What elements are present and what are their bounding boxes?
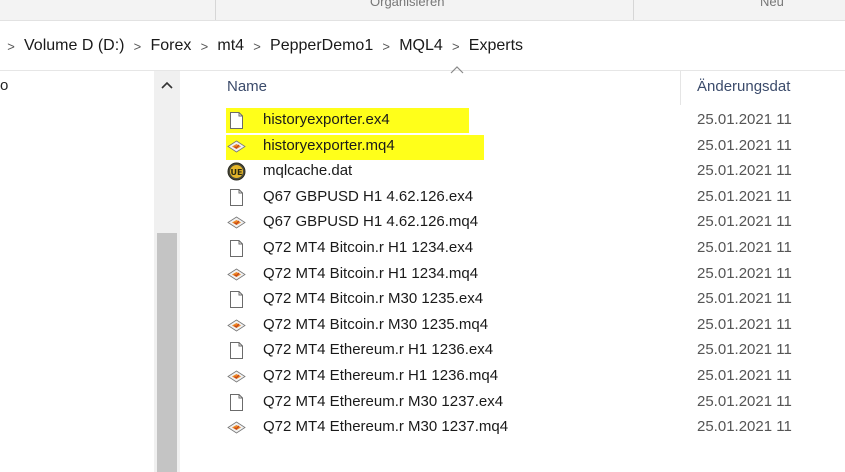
column-header-modified-date[interactable]: Änderungsdat — [697, 78, 790, 95]
blank-file-icon — [227, 393, 246, 412]
file-name[interactable]: Q67 GBPUSD H1 4.62.126.mq4 — [263, 213, 478, 230]
scrollbar-thumb[interactable] — [157, 233, 177, 472]
chevron-up-icon — [161, 81, 173, 89]
breadcrumb-mql4[interactable]: MQL4 — [397, 37, 445, 55]
navigation-pane[interactable]: o — [0, 71, 154, 472]
file-row[interactable]: Q72 MT4 Ethereum.r M30 1237.ex4 25.01.202… — [180, 390, 845, 416]
column-header-name[interactable]: Name — [227, 78, 267, 95]
file-modified-date: 25.01.2021 11 — [697, 162, 792, 180]
file-name[interactable]: Q72 MT4 Ethereum.r H1 1236.ex4 — [263, 341, 493, 358]
chevron-right-icon[interactable]: > — [0, 39, 22, 54]
mq4-file-icon — [227, 367, 246, 386]
file-modified-date: 25.01.2021 11 — [697, 418, 792, 436]
breadcrumb-mt4[interactable]: mt4 — [215, 37, 246, 55]
navigation-scrollbar[interactable] — [154, 71, 180, 472]
file-name[interactable]: Q72 MT4 Bitcoin.r M30 1235.mq4 — [263, 316, 488, 333]
mq4-file-icon — [227, 418, 246, 437]
file-row[interactable]: mqlcache.dat 25.01.2021 11 — [180, 159, 845, 185]
chevron-right-icon[interactable]: > — [375, 39, 397, 54]
file-row[interactable]: historyexporter.ex4 25.01.2021 11 — [180, 108, 845, 134]
mq4-file-icon — [227, 137, 246, 156]
file-modified-date: 25.01.2021 11 — [697, 264, 792, 282]
file-name[interactable]: historyexporter.mq4 — [263, 137, 395, 154]
file-name[interactable]: Q72 MT4 Ethereum.r H1 1236.mq4 — [263, 367, 498, 384]
file-modified-date: 25.01.2021 11 — [697, 315, 792, 333]
breadcrumb: > Volume D (D:) > Forex > mt4 > PepperDe… — [0, 35, 525, 57]
file-row[interactable]: Q72 MT4 Bitcoin.r M30 1235.mq4 25.01.2021… — [180, 313, 845, 339]
mq4-file-icon — [227, 213, 246, 232]
chevron-right-icon[interactable]: > — [126, 39, 148, 54]
breadcrumb-pepperdemo1[interactable]: PepperDemo1 — [268, 37, 375, 55]
file-name[interactable]: Q72 MT4 Ethereum.r M30 1237.mq4 — [263, 418, 508, 435]
ribbon-separator — [633, 0, 634, 20]
file-modified-date: 25.01.2021 11 — [697, 187, 792, 205]
blank-file-icon — [227, 290, 246, 309]
blank-file-icon — [227, 239, 246, 258]
file-name[interactable]: Q67 GBPUSD H1 4.62.126.ex4 — [263, 188, 473, 205]
column-header-row: Name Änderungsdat — [180, 66, 845, 105]
file-row[interactable]: historyexporter.mq4 25.01.2021 11 — [180, 134, 845, 160]
file-name[interactable]: Q72 MT4 Bitcoin.r H1 1234.ex4 — [263, 239, 473, 256]
scroll-up-arrow-icon[interactable] — [154, 71, 180, 97]
file-modified-date: 25.01.2021 11 — [697, 341, 792, 359]
file-row[interactable]: Q72 MT4 Bitcoin.r H1 1234.ex4 25.01.2021 … — [180, 236, 845, 262]
file-modified-date: 25.01.2021 11 — [697, 111, 792, 128]
blank-file-icon — [227, 188, 246, 207]
chevron-right-icon[interactable]: > — [246, 39, 268, 54]
file-row[interactable]: Q72 MT4 Bitcoin.r H1 1234.mq4 25.01.2021 … — [180, 262, 845, 288]
nav-pane-partial-label: o — [0, 77, 9, 94]
file-modified-date: 25.01.2021 11 — [697, 238, 792, 256]
ultraedit-icon — [227, 162, 246, 181]
breadcrumb-forex[interactable]: Forex — [148, 37, 193, 55]
address-bar[interactable]: > Volume D (D:) > Forex > mt4 > PepperDe… — [0, 21, 845, 71]
sort-ascending-icon — [450, 65, 464, 77]
breadcrumb-experts[interactable]: Experts — [467, 37, 525, 55]
file-name[interactable]: Q72 MT4 Ethereum.r M30 1237.ex4 — [263, 393, 503, 410]
file-row[interactable]: Q72 MT4 Bitcoin.r M30 1235.ex4 25.01.2021… — [180, 287, 845, 313]
file-modified-date: 25.01.2021 11 — [697, 366, 792, 384]
mq4-file-icon — [227, 316, 246, 335]
file-modified-date: 25.01.2021 11 — [697, 213, 792, 231]
file-row[interactable]: Q67 GBPUSD H1 4.62.126.mq4 25.01.2021 11 — [180, 210, 845, 236]
ribbon-group-labels: Organisieren Neu — [0, 0, 845, 21]
file-row[interactable]: Q72 MT4 Ethereum.r H1 1236.mq4 25.01.2021… — [180, 364, 845, 390]
file-name[interactable]: Q72 MT4 Bitcoin.r H1 1234.mq4 — [263, 265, 478, 282]
blank-file-icon — [227, 111, 246, 130]
file-row[interactable]: Q67 GBPUSD H1 4.62.126.ex4 25.01.2021 11 — [180, 185, 845, 211]
file-list: historyexporter.ex4 25.01.2021 11 historye… — [180, 108, 845, 441]
breadcrumb-volume-d[interactable]: Volume D (D:) — [22, 37, 126, 55]
blank-file-icon — [227, 341, 246, 360]
file-name[interactable]: Q72 MT4 Bitcoin.r M30 1235.ex4 — [263, 290, 483, 307]
ribbon-separator — [215, 0, 216, 20]
file-name[interactable]: mqlcache.dat — [263, 162, 352, 179]
column-divider[interactable] — [680, 71, 681, 105]
file-modified-date: 25.01.2021 11 — [697, 392, 792, 410]
file-modified-date: 25.01.2021 11 — [697, 136, 792, 154]
file-modified-date: 25.01.2021 11 — [697, 290, 792, 308]
mq4-file-icon — [227, 265, 246, 284]
file-name[interactable]: historyexporter.ex4 — [263, 111, 390, 128]
file-row[interactable]: Q72 MT4 Ethereum.r H1 1236.ex4 25.01.2021… — [180, 338, 845, 364]
chevron-right-icon[interactable]: > — [445, 39, 467, 54]
file-row[interactable]: Q72 MT4 Ethereum.r M30 1237.mq4 25.01.202… — [180, 415, 845, 441]
chevron-right-icon[interactable]: > — [193, 39, 215, 54]
ribbon-new-label: Neu — [760, 0, 784, 9]
ribbon-organize-label: Organisieren — [370, 0, 445, 9]
